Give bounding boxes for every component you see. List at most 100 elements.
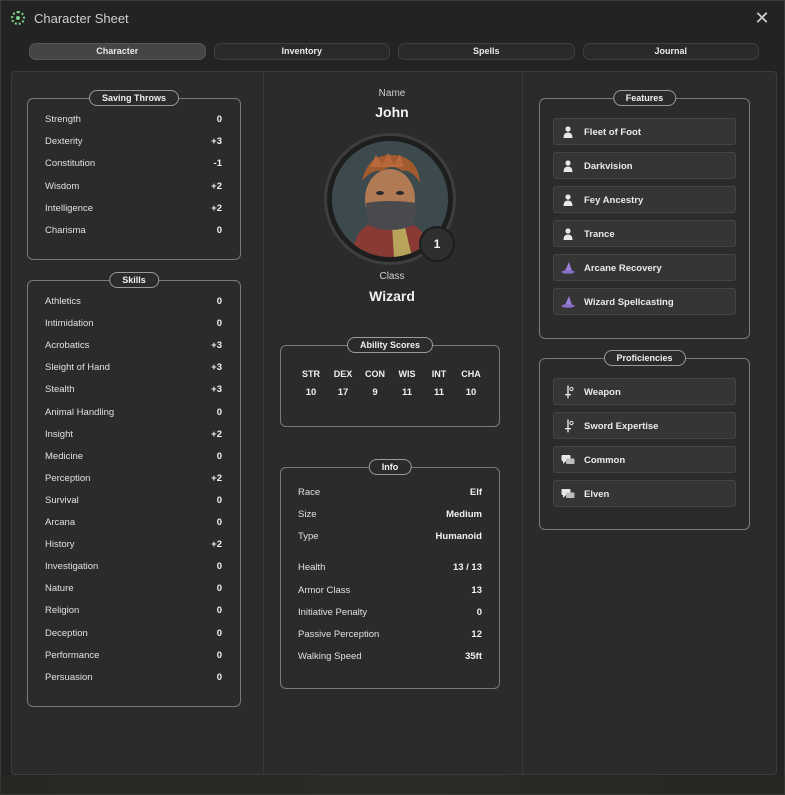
wizard-hat-icon [561, 295, 575, 309]
tab-character[interactable]: Character [29, 43, 206, 60]
skill-value: 0 [216, 605, 222, 617]
skill-label: History [45, 539, 75, 551]
ability-scores-box: Ability Scores STR 10 DEX 17 CON 9 WIS 11 INT 11 C… [280, 337, 500, 427]
person-icon [561, 227, 575, 241]
skill-value: 0 [216, 649, 222, 661]
skill-value: 0 [216, 296, 222, 307]
feature-label: Trance [584, 229, 615, 240]
skill-label: Medicine [45, 450, 84, 462]
ability-score: 11 [433, 387, 445, 398]
saving-throw-label: Wisdom [45, 180, 80, 192]
saving-throw-label: Intelligence [45, 202, 94, 214]
sword-icon [561, 419, 575, 433]
proficiency-label: Common [584, 455, 626, 466]
skill-value: 0 [216, 406, 222, 418]
skills-box: Skills Athletics 0 Intimidation 0 Acrobatics… [27, 272, 241, 707]
feature-item[interactable]: Trance [553, 220, 736, 247]
name-label: Name [378, 88, 406, 99]
info-title: Info [368, 459, 412, 475]
ability-abbr: INT [431, 369, 447, 379]
proficiency-item[interactable]: Weapon [553, 378, 736, 405]
feature-item[interactable]: Wizard Spellcasting [553, 288, 736, 315]
skill-value: 0 [216, 627, 222, 639]
feature-item[interactable]: Arcane Recovery [553, 254, 736, 281]
saving-throws-title: Saving Throws [88, 90, 180, 106]
skill-label: Survival [45, 494, 79, 506]
skill-label: Investigation [45, 561, 99, 573]
saving-throws-box: Saving Throws Strength 0 Dexterity +3 Consti… [27, 90, 241, 260]
feature-item[interactable]: Darkvision [553, 152, 736, 179]
tab-bar: Character Inventory Spells Journal [29, 43, 759, 60]
skill-value: +2 [211, 428, 222, 440]
feature-label: Darkvision [584, 161, 633, 172]
saving-throw-label: Constitution [45, 158, 96, 170]
info-value: 0 [476, 607, 482, 618]
proficiency-item[interactable]: Sword Expertise [553, 412, 736, 439]
info-value: Humanoid [435, 531, 482, 542]
saving-throw-value: +2 [211, 202, 222, 214]
skill-label: Animal Handling [45, 406, 115, 418]
skill-value: +3 [211, 340, 222, 352]
column-divider-left [263, 72, 264, 774]
skill-value: +3 [211, 362, 222, 374]
character-class: Wizard [369, 288, 415, 304]
skill-label: Stealth [45, 384, 75, 396]
background-strip [0, 775, 785, 795]
info-value: 13 [471, 585, 482, 596]
skill-label: Persuasion [45, 671, 93, 683]
saving-throw-value: 0 [216, 114, 222, 125]
info-label: Size [298, 509, 317, 520]
tab-journal[interactable]: Journal [582, 43, 759, 60]
info-label: Initiative Penalty [298, 607, 368, 618]
saving-throw-label: Strength [45, 114, 81, 125]
skill-value: 0 [216, 494, 222, 506]
tab-inventory[interactable]: Inventory [213, 43, 390, 60]
feature-item[interactable]: Fey Ancestry [553, 186, 736, 213]
info-label: Passive Perception [298, 629, 380, 640]
ability-abbr: WIS [398, 369, 416, 379]
ability-abbr: CON [365, 369, 385, 379]
proficiencies-title: Proficiencies [603, 350, 686, 366]
info-label: Type [298, 531, 319, 542]
skill-label: Perception [45, 472, 91, 484]
tab-spells[interactable]: Spells [398, 43, 575, 60]
feature-label: Fleet of Foot [584, 127, 641, 138]
feature-label: Wizard Spellcasting [584, 297, 674, 308]
skill-value: 0 [216, 583, 222, 595]
saving-throw-label: Dexterity [45, 136, 83, 148]
skill-value: 0 [216, 671, 222, 683]
saving-throw-value: -1 [213, 158, 222, 170]
character-name: John [375, 104, 409, 120]
saving-throw-value: 0 [216, 225, 222, 236]
ability-scores-title: Ability Scores [346, 337, 434, 353]
ability-score: 10 [305, 387, 317, 398]
ability-abbr: STR [302, 369, 320, 379]
info-label: Race [298, 487, 321, 498]
person-icon [561, 125, 575, 139]
wizard-hat-icon [561, 261, 575, 275]
close-icon[interactable]: ✕ [754, 9, 770, 27]
info-value: Elf [469, 487, 482, 498]
skill-value: +2 [211, 539, 222, 551]
title-bar: Character Sheet ✕ [1, 1, 784, 37]
window-title: Character Sheet [34, 11, 129, 26]
skill-label: Athletics [45, 296, 81, 307]
skill-label: Religion [45, 605, 80, 617]
skill-label: Acrobatics [45, 340, 90, 352]
app-gear-icon [11, 11, 25, 25]
feature-label: Arcane Recovery [584, 263, 662, 274]
proficiency-item[interactable]: Common [553, 446, 736, 473]
skill-value: 0 [216, 450, 222, 462]
proficiency-item[interactable]: Elven [553, 480, 736, 507]
column-divider-right [522, 72, 523, 774]
ability-score: 10 [465, 387, 477, 398]
skill-value: 0 [216, 318, 222, 330]
skill-label: Intimidation [45, 318, 94, 330]
feature-item[interactable]: Fleet of Foot [553, 118, 736, 145]
info-box: Info Race Elf Size Medium Type Humanoid Health… [280, 459, 500, 689]
info-value: 35ft [465, 651, 482, 662]
proficiency-label: Elven [584, 489, 610, 500]
skill-label: Deception [45, 627, 88, 639]
proficiency-label: Sword Expertise [584, 421, 659, 432]
features-title: Features [612, 90, 677, 106]
